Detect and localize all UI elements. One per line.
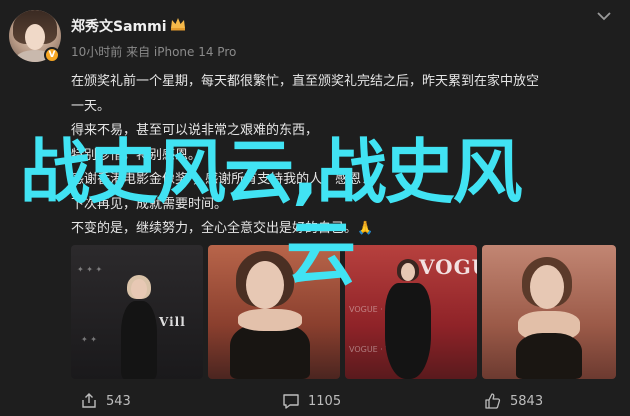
post-meta: 10小时前 来自 iPhone 14 Pro xyxy=(71,45,237,59)
post-text-line: 得来不易，甚至可以说非常之艰难的东西， xyxy=(71,123,319,138)
action-bar: 543 1105 5843 xyxy=(0,384,630,416)
like-count: 5843 xyxy=(510,393,544,409)
post-text-line: 不变的是，继续努力，全心全意交出是好的自己。🙏 xyxy=(71,221,374,236)
backdrop-logo: VOGUE xyxy=(419,255,477,279)
share-count: 543 xyxy=(106,393,131,409)
photo-grid: Vill ✦ ✦ ✦ ✦ ✦ VOGUE VOGUE · VOGUE VOGUE… xyxy=(71,245,616,379)
author-name[interactable]: 郑秀文Sammi xyxy=(71,16,167,36)
crown-icon xyxy=(171,18,185,31)
share-icon xyxy=(82,393,96,408)
like-button[interactable]: 5843 xyxy=(484,392,543,410)
share-button[interactable]: 543 xyxy=(80,392,131,410)
comment-icon xyxy=(283,394,299,409)
post-text-line: 在颁奖礼前一个星期，每天都很繁忙，直至颁奖礼完结之后，昨天累到在家中放空 xyxy=(71,74,540,89)
post-text-line: 一天。 xyxy=(71,98,111,114)
post-text-line: 下次再见，成就需要时间。 xyxy=(71,196,228,212)
post-header: V 郑秀文Sammi 10小时前 来自 iPhone 14 Pro xyxy=(0,0,630,70)
backdrop-logo: Vill xyxy=(159,315,186,329)
comment-button[interactable]: 1105 xyxy=(282,392,341,410)
photo-thumbnail[interactable] xyxy=(208,245,340,379)
photo-thumbnail[interactable]: VOGUE VOGUE · VOGUE VOGUE · VOGUE xyxy=(345,245,477,379)
post-body: 在颁奖礼前一个星期，每天都很繁忙，直至颁奖礼完结之后，昨天累到在家中放空 一天。… xyxy=(71,70,616,242)
thumbs-up-icon xyxy=(485,393,501,409)
chevron-down-icon[interactable] xyxy=(596,10,612,22)
photo-thumbnail[interactable] xyxy=(482,245,616,379)
verified-badge-icon: V xyxy=(44,47,60,63)
photo-thumbnail[interactable]: Vill ✦ ✦ ✦ ✦ ✦ xyxy=(71,245,203,379)
post-text-line: 感谢香港电影金像奖 ，感谢所有支持我的人，感恩！ xyxy=(71,172,375,187)
comment-count: 1105 xyxy=(308,393,342,409)
post-text-line: 特别珍惜，特别感恩。 xyxy=(71,147,202,163)
